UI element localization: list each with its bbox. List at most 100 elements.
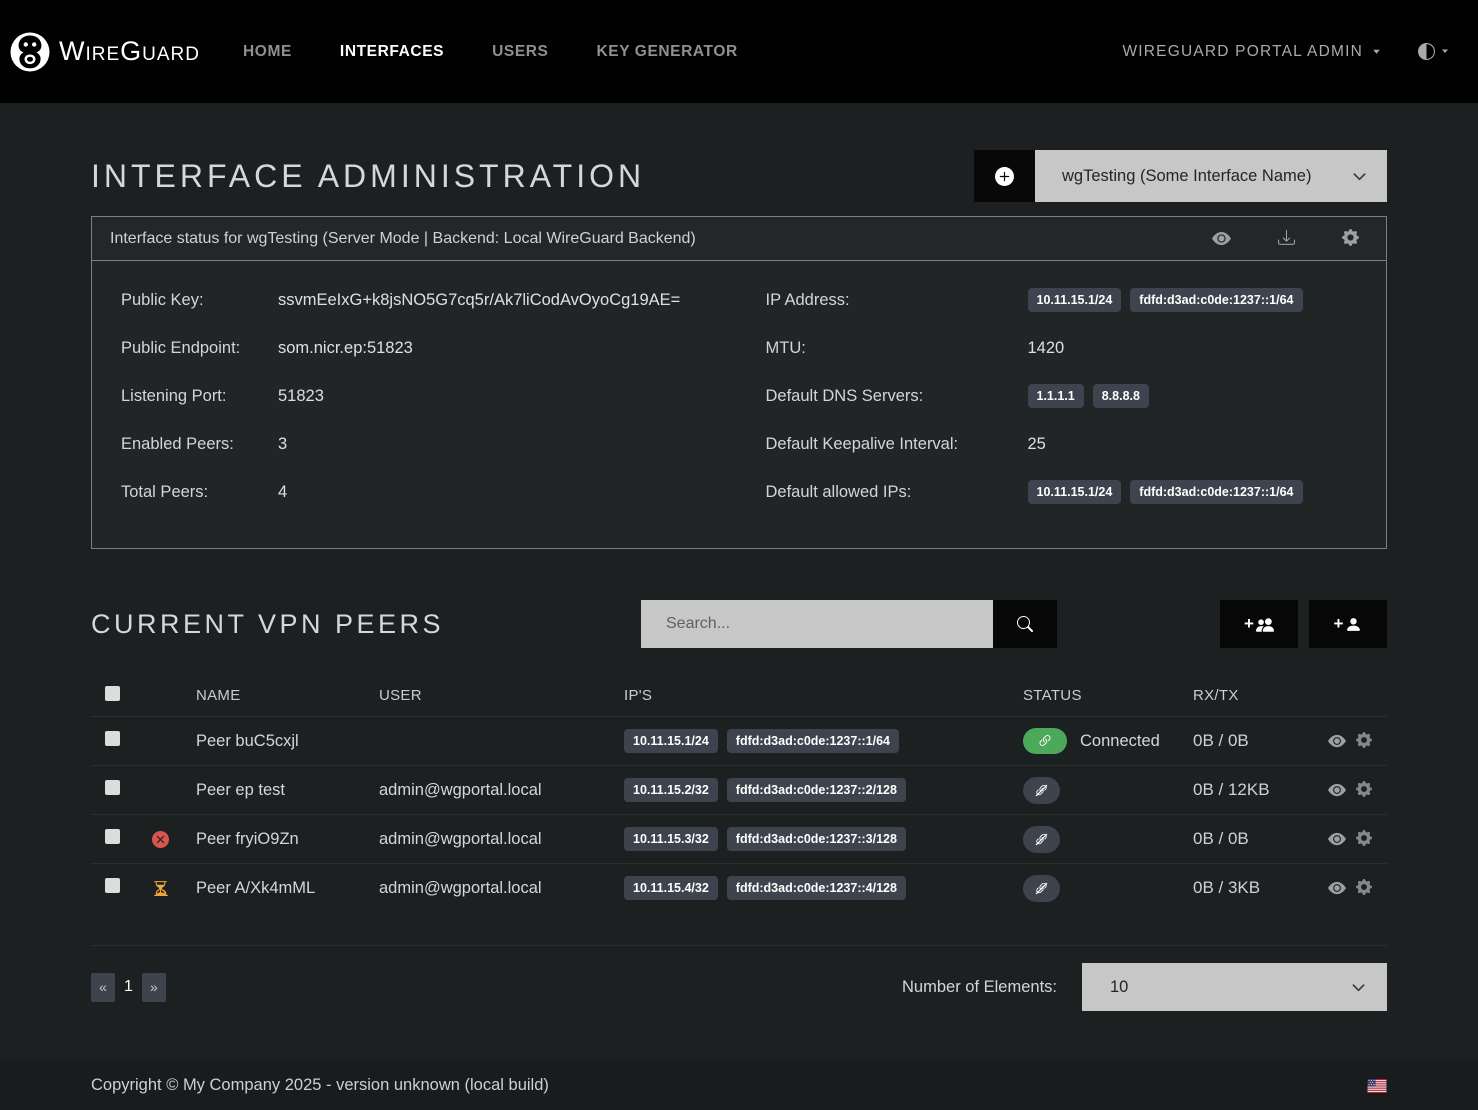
download-config-icon[interactable] bbox=[1278, 229, 1295, 248]
plus-circle-icon bbox=[995, 167, 1014, 186]
connected-link-icon bbox=[1023, 728, 1067, 754]
disconnected-link-broken-icon bbox=[1023, 777, 1060, 804]
detail-value: 51823 bbox=[278, 387, 324, 406]
peer-ips: 10.11.15.1/24 fdfd:d3ad:c0de:1237::1/64 bbox=[624, 729, 1023, 753]
row-checkbox[interactable] bbox=[105, 878, 120, 893]
peer-expiring-hourglass-icon bbox=[152, 880, 169, 897]
ip-badge: 10.11.15.2/32 bbox=[624, 778, 718, 802]
peer-edit-gear-icon[interactable] bbox=[1356, 732, 1372, 750]
user-menu[interactable]: WIREGUARD PORTAL ADMIN bbox=[1122, 43, 1382, 61]
peer-edit-gear-icon[interactable] bbox=[1356, 781, 1372, 799]
page-title: INTERFACE ADMINISTRATION bbox=[91, 158, 645, 195]
peers-table-header: NAME USER IP'S STATUS RX/TX bbox=[91, 674, 1387, 716]
interface-detail-row: Default allowed IPs: 10.11.15.1/24fdfd:d… bbox=[766, 468, 1357, 516]
copyright-text: Copyright © My Company 2025 - version un… bbox=[91, 1076, 549, 1095]
theme-toggle[interactable] bbox=[1418, 43, 1450, 61]
peer-view-eye-icon[interactable] bbox=[1328, 830, 1346, 848]
peers-title: CURRENT VPN PEERS bbox=[91, 609, 444, 640]
card-title: Interface status for wgTesting (Server M… bbox=[110, 230, 696, 248]
row-checkbox[interactable] bbox=[105, 829, 120, 844]
navbar: WireGuard HOME INTERFACES USERS KEY GENERAT… bbox=[0, 0, 1478, 103]
chevron-down-icon bbox=[1352, 167, 1367, 186]
ip-badge: fdfd:d3ad:c0de:1237::3/128 bbox=[727, 827, 906, 851]
peer-row: Peer fryiO9Zn admin@wgportal.local 10.11… bbox=[91, 814, 1387, 863]
plus-sign: + bbox=[1334, 614, 1344, 634]
interface-detail-row: Default DNS Servers: 1.1.1.1 8.8.8.8 bbox=[766, 372, 1357, 420]
peer-name: Peer buC5cxjl bbox=[196, 732, 379, 751]
chevron-down-icon bbox=[1351, 978, 1366, 997]
peer-view-eye-icon[interactable] bbox=[1328, 879, 1346, 897]
peers-table: NAME USER IP'S STATUS RX/TX Peer buC5cxj… bbox=[91, 674, 1387, 946]
peer-name: Peer A/Xk4mML bbox=[196, 879, 379, 898]
value-badge: 1.1.1.1 bbox=[1028, 384, 1084, 408]
ip-badge: 10.11.15.3/32 bbox=[624, 827, 718, 851]
nav-item[interactable]: USERS bbox=[492, 43, 548, 61]
peer-status bbox=[1023, 875, 1193, 902]
row-checkbox[interactable] bbox=[105, 731, 120, 746]
caret-down-icon bbox=[1371, 43, 1382, 61]
peers-table-body: Peer buC5cxjl 10.11.15.1/24 fdfd:d3ad:c0d… bbox=[91, 716, 1387, 912]
ip-badge: fdfd:d3ad:c0de:1237::4/128 bbox=[727, 876, 906, 900]
interface-detail-row: Public Key: ssvmEeIxG+k8jsNO5G7cq5r/Ak7l… bbox=[121, 276, 739, 324]
interface-details-right: IP Address: 10.11.15.1/24fdfd:d3ad:c0de:… bbox=[739, 276, 1357, 516]
view-config-eye-icon[interactable] bbox=[1212, 229, 1231, 248]
select-all-checkbox[interactable] bbox=[105, 686, 120, 701]
person-icon bbox=[1345, 614, 1362, 634]
detail-label: MTU: bbox=[766, 339, 1028, 358]
edit-interface-gear-icon[interactable] bbox=[1342, 229, 1359, 248]
peer-row: Peer buC5cxjl 10.11.15.1/24 fdfd:d3ad:c0d… bbox=[91, 716, 1387, 765]
nav-menu: HOME INTERFACES USERS KEY GENERATOR bbox=[243, 43, 738, 61]
search-input[interactable] bbox=[641, 600, 993, 648]
add-multiple-peers-button[interactable]: + bbox=[1220, 600, 1298, 648]
detail-label: Default allowed IPs: bbox=[766, 483, 1028, 502]
peer-status bbox=[1023, 826, 1193, 853]
column-user: USER bbox=[379, 687, 624, 704]
search-button[interactable] bbox=[993, 600, 1057, 648]
pagination-prev-button[interactable]: « bbox=[91, 973, 115, 1002]
detail-label: Default Keepalive Interval: bbox=[766, 435, 1028, 454]
nav-item[interactable]: INTERFACES bbox=[340, 43, 444, 61]
peer-status: Connected bbox=[1023, 728, 1193, 754]
detail-label: IP Address: bbox=[766, 291, 1028, 310]
nav-item[interactable]: HOME bbox=[243, 43, 292, 61]
interface-detail-row: Public Endpoint: som.nicr.ep:51823 bbox=[121, 324, 739, 372]
pagination-page-1[interactable]: 1 bbox=[124, 978, 133, 996]
ip-badge: fdfd:d3ad:c0de:1237::1/64 bbox=[727, 729, 899, 753]
peer-view-eye-icon[interactable] bbox=[1328, 781, 1346, 799]
interface-select-value: wgTesting (Some Interface Name) bbox=[1062, 167, 1311, 186]
people-icon bbox=[1256, 614, 1274, 634]
elements-select-value: 10 bbox=[1110, 978, 1128, 997]
peer-rxtx: 0B / 3KB bbox=[1193, 878, 1328, 898]
ip-badge: 10.11.15.1/24 bbox=[624, 729, 718, 753]
detail-label: Default DNS Servers: bbox=[766, 387, 1028, 406]
peer-user: admin@wgportal.local bbox=[379, 781, 624, 800]
row-checkbox[interactable] bbox=[105, 780, 120, 795]
peer-user: admin@wgportal.local bbox=[379, 830, 624, 849]
caret-down-icon bbox=[1440, 43, 1450, 61]
search-icon bbox=[1017, 616, 1033, 632]
pagination-next-button[interactable]: » bbox=[142, 973, 166, 1002]
elements-select[interactable]: 10 bbox=[1082, 963, 1387, 1011]
peer-rxtx: 0B / 12KB bbox=[1193, 780, 1328, 800]
peer-ips: 10.11.15.3/32 fdfd:d3ad:c0de:1237::3/128 bbox=[624, 827, 1023, 851]
brand-link[interactable]: WireGuard bbox=[10, 32, 200, 72]
peer-edit-gear-icon[interactable] bbox=[1356, 879, 1372, 897]
ip-badge: fdfd:d3ad:c0de:1237::2/128 bbox=[727, 778, 906, 802]
peer-edit-gear-icon[interactable] bbox=[1356, 830, 1372, 848]
value-badge: 8.8.8.8 bbox=[1093, 384, 1149, 408]
us-flag-language-icon[interactable] bbox=[1367, 1079, 1387, 1093]
nav-item[interactable]: KEY GENERATOR bbox=[597, 43, 738, 61]
detail-label: Public Key: bbox=[121, 291, 278, 310]
value-badge: 10.11.15.1/24 bbox=[1028, 480, 1122, 504]
column-status: STATUS bbox=[1023, 687, 1193, 704]
interface-detail-row: MTU: 1420 bbox=[766, 324, 1357, 372]
new-interface-button[interactable] bbox=[974, 150, 1035, 202]
peer-view-eye-icon[interactable] bbox=[1328, 732, 1346, 750]
peer-user: admin@wgportal.local bbox=[379, 879, 624, 898]
peer-row: Peer ep test admin@wgportal.local 10.11.… bbox=[91, 765, 1387, 814]
interface-select[interactable]: wgTesting (Some Interface Name) bbox=[1035, 150, 1387, 202]
peer-status bbox=[1023, 777, 1193, 804]
detail-value: 1420 bbox=[1028, 339, 1065, 358]
add-peer-button[interactable]: + bbox=[1309, 600, 1387, 648]
ip-badge: 10.11.15.4/32 bbox=[624, 876, 718, 900]
